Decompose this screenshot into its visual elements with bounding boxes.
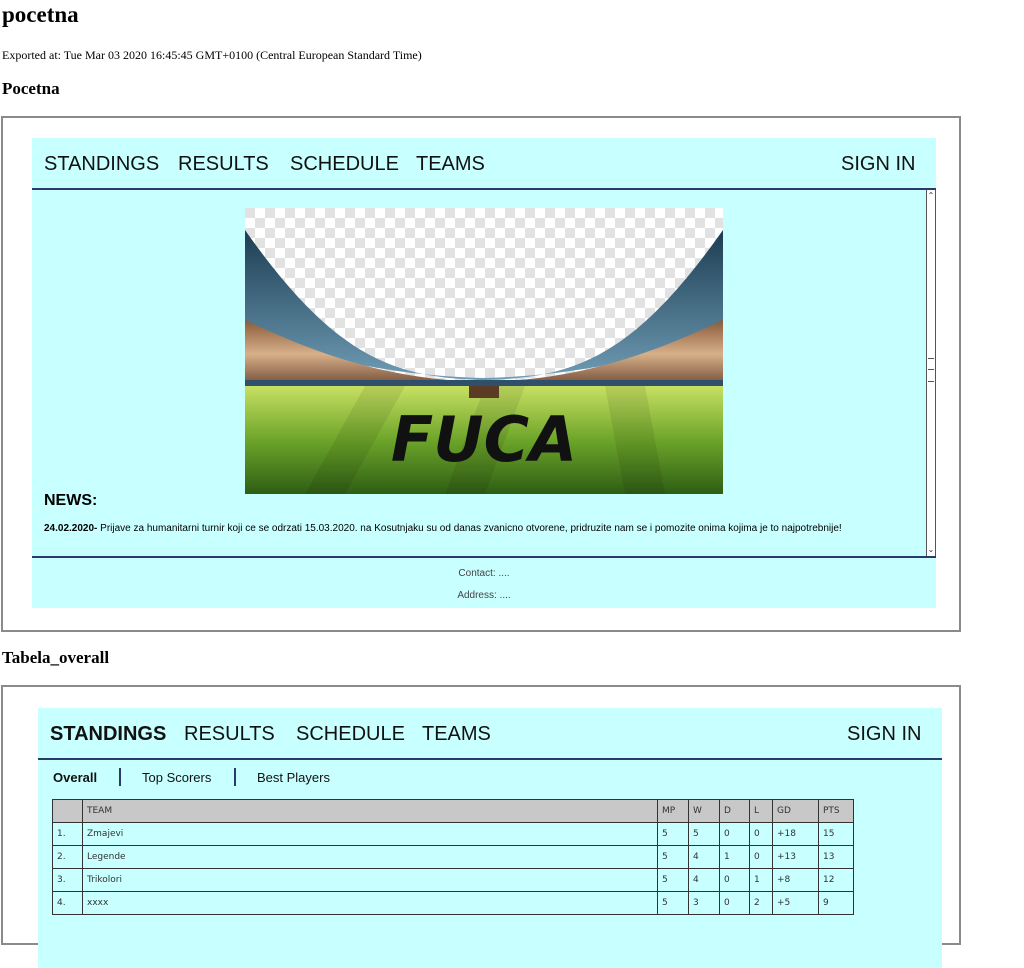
cell-d: 0 [719, 868, 750, 892]
standings-table: TEAM MP W D L GD PTS 1. Zmajevi 5 5 0 0 [52, 799, 854, 915]
standings-page: STANDINGS RESULTS SCHEDULE TEAMS SIGN IN… [38, 708, 942, 968]
cell-gd: +13 [772, 845, 819, 869]
col-d: D [719, 799, 750, 823]
news-heading: NEWS: [44, 492, 98, 509]
cell-d: 0 [719, 822, 750, 846]
scroll-up-icon[interactable]: ⌃ [927, 190, 935, 202]
footer-contact: Contact: .... [458, 568, 510, 579]
cell-pts: 13 [818, 845, 854, 869]
nav-results[interactable]: RESULTS [184, 723, 275, 746]
cell-rank: 4. [52, 891, 83, 915]
content-scrollbar[interactable]: ⌃ ⌄ [926, 190, 936, 556]
cell-d: 1 [719, 845, 750, 869]
cell-l: 0 [749, 822, 773, 846]
news-item: 24.02.2020- Prijave za humanitarni turni… [44, 523, 842, 534]
col-l: L [749, 799, 773, 823]
cell-gd: +8 [772, 868, 819, 892]
nav-sign-in[interactable]: SIGN IN [841, 153, 915, 176]
cell-team: Legende [82, 845, 658, 869]
cell-mp: 5 [657, 845, 689, 869]
table-row[interactable]: 4. xxxx 5 3 0 2 +5 9 [52, 891, 854, 915]
fuca-logo-text: FUCA [391, 403, 577, 476]
cell-w: 4 [688, 845, 720, 869]
cell-mp: 5 [657, 822, 689, 846]
col-team: TEAM [82, 799, 658, 823]
cell-team: Zmajevi [82, 822, 658, 846]
nav-schedule[interactable]: SCHEDULE [296, 723, 405, 746]
nav-schedule[interactable]: SCHEDULE [290, 153, 399, 176]
cell-pts: 12 [818, 868, 854, 892]
main-nav: STANDINGS RESULTS SCHEDULE TEAMS SIGN IN [38, 708, 942, 760]
cell-mp: 5 [657, 891, 689, 915]
nav-sign-in[interactable]: SIGN IN [847, 723, 921, 746]
document-title: pocetna [2, 2, 79, 27]
cell-l: 0 [749, 845, 773, 869]
table-row[interactable]: 1. Zmajevi 5 5 0 0 +18 15 [52, 822, 854, 846]
tab-best-players[interactable]: Best Players [257, 770, 330, 785]
cell-l: 1 [749, 868, 773, 892]
tab-top-scorers[interactable]: Top Scorers [142, 770, 211, 785]
cell-gd: +18 [772, 822, 819, 846]
nav-standings[interactable]: STANDINGS [50, 723, 166, 746]
cell-w: 3 [688, 891, 720, 915]
cell-gd: +5 [772, 891, 819, 915]
stadium-hero-image: FUCA [245, 208, 723, 494]
col-mp: MP [657, 799, 689, 823]
table-row[interactable]: 3. Trikolori 5 4 0 1 +8 12 [52, 868, 854, 892]
tab-overall[interactable]: Overall [53, 770, 97, 785]
table-row[interactable]: 2. Legende 5 4 1 0 +13 13 [52, 845, 854, 869]
nav-results[interactable]: RESULTS [178, 153, 269, 176]
cell-mp: 5 [657, 868, 689, 892]
news-date: 24.02.2020- [44, 523, 98, 534]
home-page: STANDINGS RESULTS SCHEDULE TEAMS SIGN IN… [32, 138, 936, 608]
cell-pts: 15 [818, 822, 854, 846]
col-rank [52, 799, 83, 823]
scroll-down-icon[interactable]: ⌄ [927, 544, 935, 556]
cell-team: xxxx [82, 891, 658, 915]
pocetna-frame: STANDINGS RESULTS SCHEDULE TEAMS SIGN IN… [1, 116, 961, 632]
footer-address: Address: .... [457, 590, 511, 601]
cell-rank: 2. [52, 845, 83, 869]
col-pts: PTS [818, 799, 854, 823]
table-header-row: TEAM MP W D L GD PTS [52, 799, 854, 823]
news-text: Prijave za humanitarni turnir koji ce se… [100, 523, 842, 534]
nav-teams[interactable]: TEAMS [416, 153, 485, 176]
cell-rank: 3. [52, 868, 83, 892]
page-footer: Contact: .... Address: .... [32, 556, 936, 610]
nav-standings[interactable]: STANDINGS [44, 153, 159, 176]
col-gd: GD [772, 799, 819, 823]
cell-team: Trikolori [82, 868, 658, 892]
cell-w: 5 [688, 822, 720, 846]
cell-d: 0 [719, 891, 750, 915]
cell-w: 4 [688, 868, 720, 892]
main-nav: STANDINGS RESULTS SCHEDULE TEAMS SIGN IN [32, 138, 936, 190]
export-timestamp: Exported at: Tue Mar 03 2020 16:45:45 GM… [2, 48, 422, 62]
cell-pts: 9 [818, 891, 854, 915]
cell-l: 2 [749, 891, 773, 915]
section-title-tabela: Tabela_overall [2, 648, 110, 667]
section-title-pocetna: Pocetna [2, 79, 60, 98]
nav-teams[interactable]: TEAMS [422, 723, 491, 746]
col-w: W [688, 799, 720, 823]
scrollbar-thumb[interactable] [928, 358, 934, 382]
cell-rank: 1. [52, 822, 83, 846]
tabela-frame: STANDINGS RESULTS SCHEDULE TEAMS SIGN IN… [1, 685, 961, 968]
